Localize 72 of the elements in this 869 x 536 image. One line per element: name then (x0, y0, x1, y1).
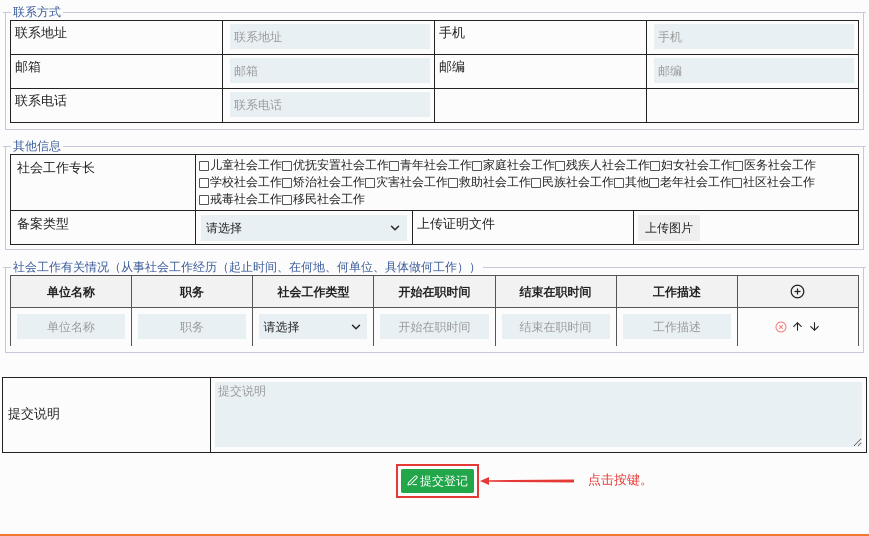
field-label: 邮箱 (15, 60, 41, 75)
checkbox[interactable] (199, 160, 209, 170)
column-header: 结束在职时间 (520, 284, 592, 298)
checkbox[interactable] (199, 194, 209, 204)
checkbox[interactable] (282, 194, 292, 204)
checkbox[interactable] (282, 160, 292, 170)
note-textarea[interactable]: 提交说明 (215, 382, 862, 447)
column-header: 社会工作类型 (277, 284, 350, 298)
field-label: 邮编 (439, 60, 465, 75)
section-legend: 社会工作有关情况（从事社会工作经历（起止时间、在何地、何单位、具体做何工作）） (11, 260, 483, 274)
specialty-checkbox[interactable]: 灾害社会工作 (365, 174, 448, 191)
checkbox[interactable] (733, 160, 743, 170)
checkbox[interactable] (389, 160, 399, 170)
text-field[interactable]: 联系地址 (230, 24, 430, 49)
checkbox[interactable] (614, 178, 624, 188)
specialty-checkbox[interactable]: 医务社会工作 (733, 157, 816, 174)
field-label: 备案类型 (17, 217, 69, 232)
field-label: 上传证明文件 (417, 217, 495, 232)
specialty-checkbox[interactable]: 妇女社会工作 (650, 157, 733, 174)
arrow-down-icon[interactable] (808, 320, 821, 334)
text-field[interactable]: 手机 (654, 24, 854, 49)
specialty-checkbox[interactable]: 其他 (614, 174, 649, 191)
checkbox[interactable] (649, 178, 659, 188)
specialty-checkbox[interactable]: 学校社会工作 (199, 174, 282, 191)
add-icon[interactable] (790, 284, 806, 299)
field-label: 提交说明 (8, 406, 60, 422)
checkbox[interactable] (472, 160, 482, 170)
text-field[interactable]: 开始在职时间 (380, 314, 489, 340)
specialty-checkbox[interactable]: 民族社会工作 (531, 174, 614, 191)
specialty-checkbox[interactable]: 残疾人社会工作 (555, 157, 650, 174)
specialty-checkbox[interactable]: 儿童社会工作 (199, 157, 282, 174)
specialty-checkbox[interactable]: 矫治社会工作 (282, 174, 365, 191)
field-label: 手机 (439, 26, 465, 41)
select-field[interactable]: 请选择 (259, 314, 368, 340)
text-field[interactable]: 工作描述 (622, 314, 731, 340)
remove-icon[interactable] (774, 320, 787, 333)
specialty-checkbox[interactable]: 家庭社会工作 (472, 157, 555, 174)
checkbox[interactable] (650, 160, 660, 170)
column-header: 开始在职时间 (398, 284, 470, 298)
checkbox[interactable] (448, 178, 458, 188)
field-label: 联系地址 (15, 26, 67, 41)
section-legend: 其他信息 (11, 139, 63, 153)
text-field[interactable]: 邮箱 (230, 58, 430, 83)
specialty-checkbox[interactable]: 优抚安置社会工作 (282, 157, 389, 174)
specialty-checkbox[interactable]: 救助社会工作 (448, 174, 531, 191)
field-label: 联系电话 (15, 94, 67, 109)
specialty-checkbox[interactable]: 戒毒社会工作 (199, 191, 282, 208)
section-legend: 联系方式 (11, 5, 63, 19)
column-header: 职务 (180, 284, 204, 298)
specialty-checkbox[interactable]: 移民社会工作 (282, 191, 365, 208)
arrow-up-icon[interactable] (790, 320, 804, 334)
specialty-checkbox[interactable]: 社区社会工作 (732, 174, 815, 191)
checkbox[interactable] (365, 178, 375, 188)
pen-icon (407, 475, 418, 486)
checkbox[interactable] (199, 178, 209, 188)
callout-text: 点击按键。 (588, 472, 653, 490)
upload-button[interactable]: 上传图片 (638, 214, 700, 240)
select-field[interactable]: 请选择 (201, 214, 407, 240)
text-field[interactable]: 结束在职时间 (502, 314, 610, 340)
text-field[interactable]: 邮编 (654, 58, 854, 83)
column-header: 单位名称 (47, 284, 96, 298)
checkbox[interactable] (732, 178, 742, 188)
checkbox[interactable] (555, 160, 565, 170)
specialty-checkbox[interactable]: 老年社会工作 (649, 174, 732, 191)
checkbox[interactable] (282, 178, 292, 188)
text-field[interactable]: 单位名称 (17, 314, 126, 340)
text-field[interactable]: 联系电话 (230, 92, 430, 117)
column-header: 工作描述 (652, 284, 701, 298)
field-label: 社会工作专长 (17, 161, 95, 176)
checkbox[interactable] (531, 178, 541, 188)
text-field[interactable]: 职务 (138, 314, 246, 340)
specialty-checkbox[interactable]: 青年社会工作 (389, 157, 472, 174)
